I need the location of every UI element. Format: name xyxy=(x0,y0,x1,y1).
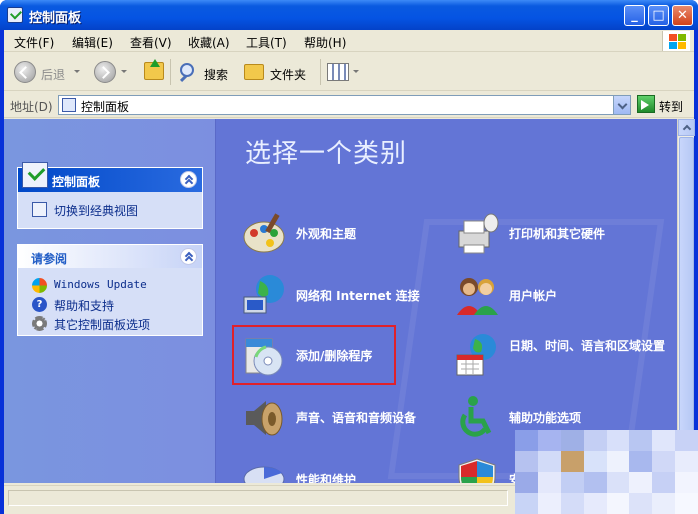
up-folder-icon[interactable] xyxy=(144,59,164,80)
shield-icon xyxy=(453,455,501,483)
window-title: 控制面板 xyxy=(29,11,82,26)
see-also-panel: 请参阅 Windows Update ? 帮助和支持 其它控制面板选项 xyxy=(17,244,203,336)
pixelated-watermark xyxy=(515,430,698,514)
help-icon: ? xyxy=(32,297,47,312)
forward-dropdown-icon[interactable] xyxy=(121,70,127,73)
category-printers-hardware[interactable]: 打印机和其它硬件 xyxy=(453,209,663,259)
category-appearance-themes[interactable]: 外观和主题 xyxy=(240,209,450,259)
category-network-internet[interactable]: 网络和 Internet 连接 xyxy=(240,271,450,321)
palette-icon xyxy=(240,209,288,257)
search-icon[interactable] xyxy=(180,63,194,77)
minimize-button[interactable]: _ xyxy=(624,5,645,26)
view-grid-icon[interactable] xyxy=(327,63,349,81)
back-button[interactable]: 后退 xyxy=(41,66,65,83)
toolbar-separator xyxy=(170,59,171,85)
folders-button[interactable]: 文件夹 xyxy=(270,66,306,83)
category-view: 选择一个类别 外观和主题 打印机和其它硬件 网络和 Internet 连接 用户… xyxy=(215,119,677,483)
back-arrow-icon[interactable] xyxy=(14,61,36,83)
title-bar[interactable]: 控制面板 _ □ ✕ xyxy=(0,0,698,30)
search-icon-handle xyxy=(179,74,188,83)
menu-file[interactable]: 文件(F) xyxy=(14,34,54,51)
category-sounds-audio[interactable]: 声音、语音和音频设备 xyxy=(240,393,450,443)
menu-bar: 文件(F) 编辑(E) 查看(V) 收藏(A) 工具(T) 帮助(H) xyxy=(4,30,694,52)
control-panel-panel-title: 控制面板 xyxy=(52,175,101,189)
task-pane: 控制面板 切换到经典视图 请参阅 Windows Update ? 帮助和支持 … xyxy=(4,119,215,483)
folders-icon[interactable] xyxy=(244,64,264,80)
speaker-icon xyxy=(240,393,288,441)
pie-chart-icon xyxy=(240,455,288,483)
menu-favorites[interactable]: 收藏(A) xyxy=(188,34,230,51)
network-globe-icon xyxy=(240,271,288,319)
view-dropdown-icon[interactable] xyxy=(353,70,359,73)
address-value: 控制面板 xyxy=(81,100,130,114)
maximize-button[interactable]: □ xyxy=(648,5,669,26)
category-date-time-language-region[interactable]: 日期、时间、语言和区域设置 xyxy=(453,331,665,381)
printer-icon xyxy=(453,209,501,257)
add-remove-programs-highlight xyxy=(232,325,396,385)
gear-icon xyxy=(32,316,47,331)
menu-tools[interactable]: 工具(T) xyxy=(246,34,287,51)
collapse-chevron-icon[interactable] xyxy=(180,171,197,188)
control-panel-panel-header[interactable]: 控制面板 xyxy=(18,162,202,192)
vertical-scrollbar[interactable] xyxy=(677,119,695,483)
accessibility-icon xyxy=(453,393,501,441)
forward-arrow-icon[interactable] xyxy=(94,61,116,83)
windows-update-icon xyxy=(32,278,47,293)
pick-category-heading: 选择一个类别 xyxy=(245,139,408,169)
see-also-panel-header[interactable]: 请参阅 xyxy=(18,245,202,268)
classic-view-icon xyxy=(32,202,47,217)
category-performance-maintenance[interactable]: 性能和维护 xyxy=(240,455,450,483)
close-button[interactable]: ✕ xyxy=(672,5,693,26)
toolbar-separator xyxy=(320,59,321,85)
search-button[interactable]: 搜索 xyxy=(204,66,228,83)
users-icon xyxy=(453,271,501,319)
address-input[interactable]: 控制面板 xyxy=(58,95,631,115)
back-dropdown-icon[interactable] xyxy=(74,70,80,73)
address-dropdown-icon[interactable] xyxy=(613,96,630,114)
menu-help[interactable]: 帮助(H) xyxy=(304,34,346,51)
control-panel-task-panel: 控制面板 切换到经典视图 xyxy=(17,162,203,229)
toolbar: 后退 搜索 文件夹 xyxy=(4,53,694,91)
windows-logo-icon xyxy=(662,31,690,51)
address-label: 地址(D) xyxy=(10,100,53,114)
scroll-thumb[interactable] xyxy=(679,137,694,463)
category-user-accounts[interactable]: 用户帐户 xyxy=(453,271,663,321)
content-area: 控制面板 切换到经典视图 请参阅 Windows Update ? 帮助和支持 … xyxy=(4,119,677,483)
menu-edit[interactable]: 编辑(E) xyxy=(72,34,113,51)
address-bar: 地址(D) 控制面板 转到 xyxy=(4,92,694,118)
control-panel-small-icon xyxy=(62,98,76,112)
collapse-chevron-icon[interactable] xyxy=(180,248,197,265)
control-panel-icon xyxy=(7,7,23,23)
go-button[interactable]: 转到 xyxy=(659,98,683,115)
scroll-up-arrow-icon[interactable] xyxy=(678,119,695,136)
go-arrow-icon[interactable] xyxy=(637,95,655,113)
control-panel-icon xyxy=(22,162,48,188)
see-also-title: 请参阅 xyxy=(31,252,68,266)
calendar-globe-icon xyxy=(453,331,501,379)
status-cell xyxy=(8,490,508,506)
menu-view[interactable]: 查看(V) xyxy=(130,34,172,51)
